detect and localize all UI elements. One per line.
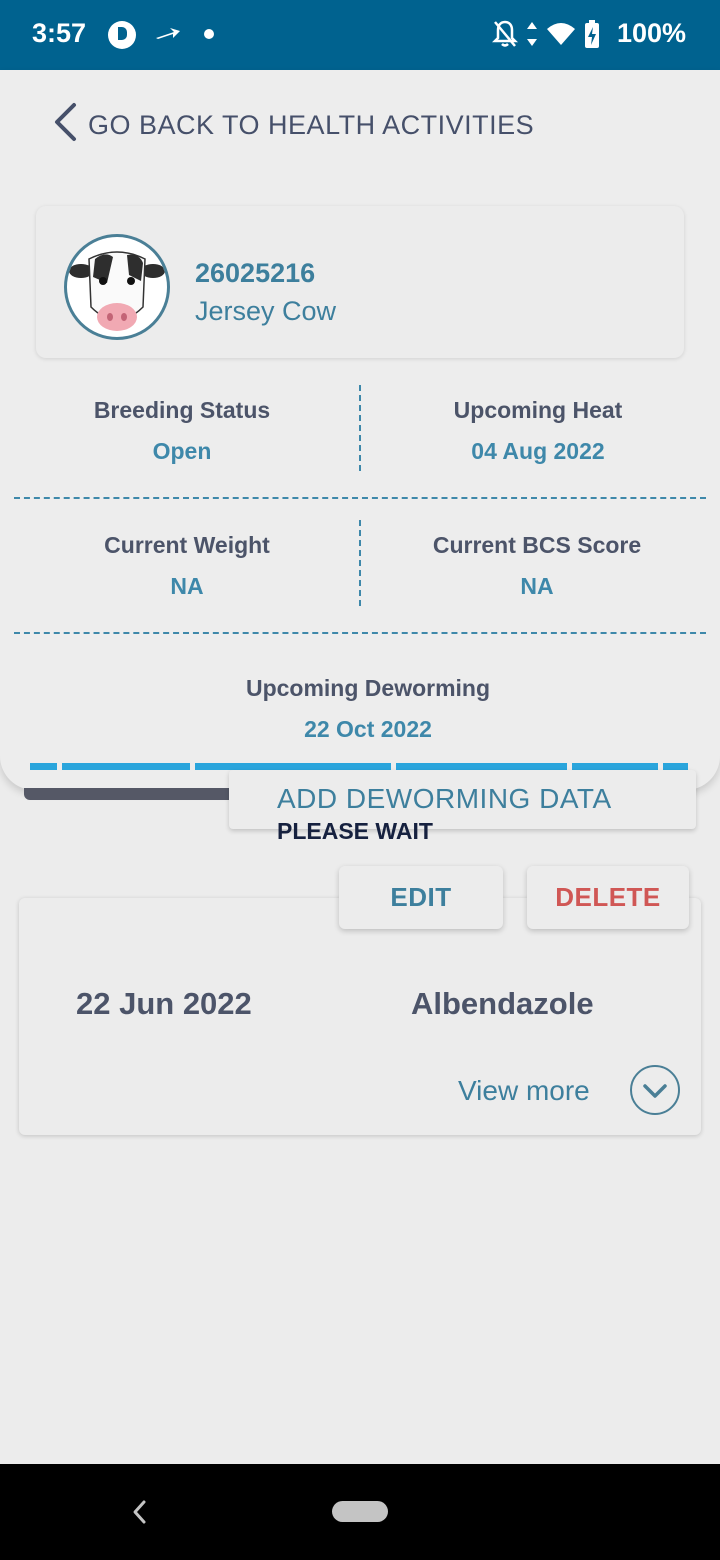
progress-segment (30, 763, 57, 770)
progress-segment (62, 763, 190, 770)
upcoming-heat-value: 04 Aug 2022 (471, 438, 605, 464)
status-bar: 3:57 5 100% (0, 0, 720, 70)
stats-divider-vertical (359, 385, 361, 471)
upcoming-heat: Upcoming Heat 04 Aug 2022 (388, 397, 688, 465)
stats-divider-vertical (359, 520, 361, 606)
status-time: 3:57 (32, 18, 87, 48)
battery-charging-icon (584, 19, 600, 54)
delete-button[interactable]: DELETE (527, 866, 689, 929)
app-icon (108, 21, 136, 49)
current-bcs-score: Current BCS Score NA (387, 532, 687, 600)
animal-summary-panel: GO BACK TO HEALTH ACTIVITIES 26025216 Je… (0, 70, 720, 790)
deworming-record-card: 22 Jun 2022 Albendazole View more (19, 898, 701, 1135)
cow-avatar-icon (64, 234, 170, 340)
current-weight-label: Current Weight (104, 532, 270, 558)
upcoming-heat-label: Upcoming Heat (453, 397, 623, 423)
tab-indicator (24, 788, 244, 800)
animal-breed: Jersey Cow (195, 296, 337, 326)
upcoming-deworming: Upcoming Deworming 22 Oct 2022 (218, 675, 518, 743)
view-more-link[interactable]: View more (458, 1075, 590, 1107)
progress-segment (663, 763, 688, 770)
progress-segment (195, 763, 391, 770)
add-deworming-data-label: ADD DEWORMING DATA (277, 783, 612, 814)
record-medicine: Albendazole (411, 986, 594, 1021)
wifi-icon: 5 (546, 21, 576, 52)
back-to-health-activities-link[interactable]: GO BACK TO HEALTH ACTIVITIES (52, 102, 534, 149)
data-arrows-icon (526, 20, 538, 53)
stats-divider-horizontal (14, 497, 706, 499)
breeding-status-label: Breeding Status (93, 397, 271, 423)
notification-dot (204, 29, 214, 39)
upcoming-deworming-label: Upcoming Deworming (245, 675, 491, 701)
current-weight-value: NA (170, 573, 204, 599)
progress-segment (396, 763, 567, 770)
please-wait-text: PLEASE WAIT (277, 818, 433, 844)
current-bcs-label: Current BCS Score (432, 532, 642, 558)
chevron-down-icon[interactable] (630, 1065, 680, 1115)
stats-divider-horizontal (14, 632, 706, 634)
record-date: 22 Jun 2022 (76, 986, 252, 1021)
edit-button[interactable]: EDIT (339, 866, 503, 929)
back-link-label: GO BACK TO HEALTH ACTIVITIES (88, 110, 535, 140)
svg-text:5: 5 (566, 38, 572, 47)
current-weight: Current Weight NA (37, 532, 337, 600)
nav-back-icon[interactable] (130, 1497, 148, 1532)
progress-segment (572, 763, 658, 770)
breeding-status: Breeding Status Open (32, 397, 332, 465)
current-bcs-value: NA (520, 573, 554, 599)
animal-id: 26025216 (195, 258, 316, 288)
upcoming-deworming-value: 22 Oct 2022 (304, 716, 432, 742)
system-navigation-bar (0, 1464, 720, 1560)
nav-home-pill[interactable] (332, 1501, 388, 1522)
breeding-status-value: Open (152, 438, 212, 464)
chevron-left-icon (52, 102, 78, 149)
navigation-arrow-icon (154, 22, 182, 51)
battery-percentage: 100% (616, 18, 686, 48)
notifications-off-icon (491, 19, 519, 54)
animal-card: 26025216 Jersey Cow (36, 206, 684, 358)
status-icons: 5 (491, 19, 600, 54)
